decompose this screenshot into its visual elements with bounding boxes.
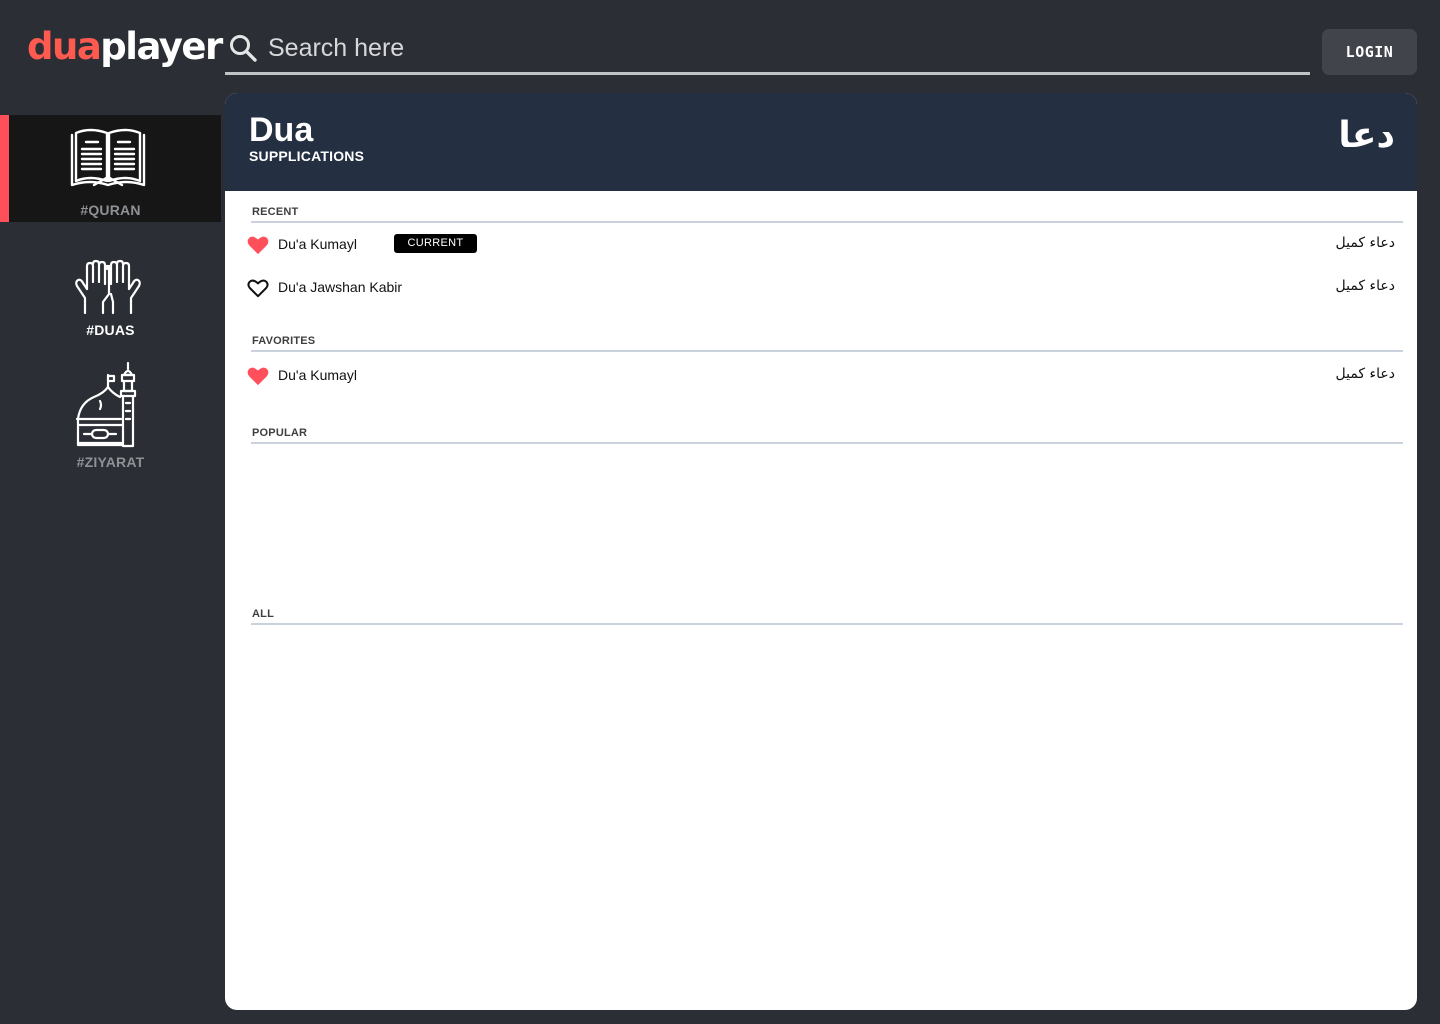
sidebar-item-label: #ZIYARAT bbox=[76, 454, 145, 470]
dua-panel: Dua SUPPLICATIONS دعا RECENT Du'a Kumayl… bbox=[225, 93, 1417, 1010]
list-item[interactable]: Du'a Kumayl CURRENT دعاء كميل bbox=[247, 233, 1395, 257]
shrine-dome-icon bbox=[75, 361, 137, 448]
page-title: Dua bbox=[249, 111, 314, 149]
heart-filled-icon[interactable] bbox=[247, 235, 269, 255]
section-recent: RECENT bbox=[251, 205, 1403, 223]
heart-outline-icon[interactable] bbox=[247, 278, 269, 298]
section-label: RECENT bbox=[251, 205, 1403, 223]
logo-dua: dua bbox=[27, 25, 102, 68]
section-all: ALL bbox=[251, 607, 1403, 625]
dua-arabic: دعاء كميل bbox=[1335, 278, 1395, 294]
sidebar-item-duas[interactable]: #DUAS bbox=[0, 250, 221, 345]
search-bar bbox=[225, 24, 1310, 75]
search-input[interactable] bbox=[268, 28, 1310, 68]
dua-title: Du'a Kumayl bbox=[278, 236, 357, 252]
section-popular: POPULAR bbox=[251, 426, 1403, 444]
sidebar-item-quran[interactable]: #QURAN bbox=[0, 115, 221, 222]
login-button[interactable]: LOGIN bbox=[1322, 29, 1417, 75]
sidebar-item-label: #DUAS bbox=[86, 322, 135, 338]
logo-player: player bbox=[100, 25, 223, 68]
list-item[interactable]: Du'a Jawshan Kabir دعاء كميل bbox=[247, 276, 1395, 300]
current-badge: CURRENT bbox=[394, 234, 477, 253]
sidebar-item-label: #QURAN bbox=[80, 202, 141, 218]
dua-arabic: دعاء كميل bbox=[1335, 235, 1395, 251]
heart-filled-icon[interactable] bbox=[247, 366, 269, 386]
dua-title: Du'a Jawshan Kabir bbox=[278, 279, 403, 295]
section-label: ALL bbox=[251, 607, 1403, 625]
page-subtitle: SUPPLICATIONS bbox=[249, 148, 365, 164]
quran-book-icon bbox=[70, 128, 146, 187]
section-label: POPULAR bbox=[251, 426, 1403, 444]
dua-arabic: دعاء كميل bbox=[1335, 366, 1395, 382]
praying-hands-icon bbox=[75, 259, 141, 315]
search-icon[interactable] bbox=[228, 33, 258, 63]
panel-header: Dua SUPPLICATIONS دعا bbox=[225, 93, 1417, 191]
list-item[interactable]: Du'a Kumayl دعاء كميل bbox=[247, 364, 1395, 388]
section-favorites: FAVORITES bbox=[251, 334, 1403, 352]
section-label: FAVORITES bbox=[251, 334, 1403, 352]
sidebar-item-ziyarat[interactable]: #ZIYARAT bbox=[0, 355, 221, 473]
app-logo[interactable]: duaplayer bbox=[27, 22, 223, 72]
arabic-title: دعا bbox=[1338, 115, 1395, 156]
dua-title: Du'a Kumayl bbox=[278, 367, 357, 383]
